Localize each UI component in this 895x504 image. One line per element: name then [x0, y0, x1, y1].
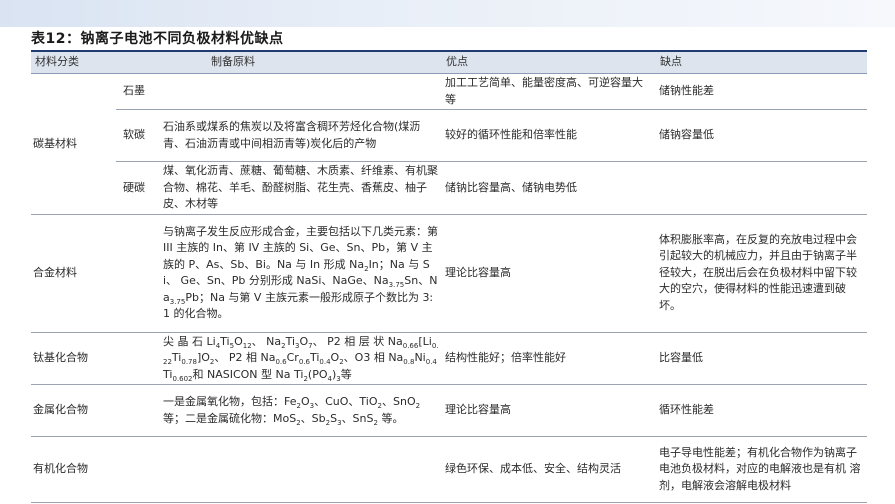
header-raw-materials: 制备原料: [116, 52, 442, 74]
raw-materials-cell: 一是金属氧化物，包括：Fe2O3、CuO、TiO2、SnO2 等；二是金属硫化物…: [160, 384, 442, 437]
formula-text: ]O: [196, 351, 210, 364]
formula-text: 、 P2 相 层 状 Na: [312, 334, 403, 348]
table-row: 碳基材料 石墨 加工工艺简单、能量密度高、可逆容量大等 储钠性能差: [31, 73, 867, 215]
pros-cell: 结构性能好；倍率性能好: [442, 332, 656, 385]
formula-text: 等；二是金属硫化物：MoS: [163, 411, 297, 425]
table-row: 软碳 石油系或煤系的焦炭以及将富含稠环芳烃化合物(煤沥青、石油沥青或中间相沥青等…: [31, 109, 867, 162]
cons-cell: 储钠容量低: [656, 109, 867, 162]
formula-text: 、 Na: [251, 334, 282, 348]
pros-cell: 理论比容量高: [442, 384, 656, 437]
category-cell: 碳基材料: [31, 73, 116, 215]
formula-text: 、O3 相 Na: [343, 351, 404, 364]
formula-text: 等。: [377, 411, 404, 425]
formula-text: [Li: [418, 334, 432, 348]
formula-subscript: 0.66: [402, 341, 419, 350]
header-category: 材料分类: [31, 52, 116, 74]
table-row: 硬碳 煤、氧化沥青、蔗糖、葡萄糖、木质素、纤维素、有机聚合物、棉花、羊毛、酚醛树…: [31, 161, 867, 215]
formula-text: Ti: [220, 334, 230, 348]
pros-cell: 较好的循环性能和倍率性能: [442, 109, 656, 162]
formula-text: Ti: [285, 334, 296, 348]
subcategory-cell: 硬碳: [116, 161, 160, 215]
formula-subscript: 0.78: [181, 358, 197, 367]
raw-materials-cell: 与钠离子发生反应形成合金，主要包括以下几类元素：第 III 主族的 In、第 I…: [160, 214, 442, 333]
formula-text: Ni: [414, 351, 426, 364]
formula-text: Ti: [171, 351, 182, 364]
cons-cell: 比容量低: [656, 332, 867, 385]
formula-subscript: 2: [415, 402, 421, 411]
cons-cell: 体积膨胀率高，在反复的充放电过程中会引起较大的机械应力，并且由于钠离子半径较大，…: [656, 214, 867, 333]
formula-text: 、Sb: [300, 411, 326, 425]
raw-materials-cell: [160, 73, 442, 110]
subcategory-cell: 软碳: [116, 109, 160, 162]
anode-materials-table: 材料分类 制备原料 优点 缺点 碳基材料 石墨 加工工艺简单、能量密度高、可逆容…: [31, 52, 867, 503]
header-row: 材料分类 制备原料 优点 缺点: [31, 52, 867, 74]
formula-text: 、SnO: [381, 395, 416, 408]
raw-materials-cell: [160, 436, 442, 503]
raw-materials-cell: 煤、氧化沥青、蔗糖、葡萄糖、木质素、纤维素、有机聚合物、棉花、羊毛、酚醛树脂、花…: [160, 161, 442, 215]
formula-subscript: 0.8: [403, 358, 415, 367]
formula-text: 一是金属氧化物，包括：Fe: [163, 395, 297, 408]
category-cell: 合金材料: [31, 214, 160, 333]
table-row: 钛基化合物 尖 晶 石 Li4Ti5O12、 Na2Ti3O7、 P2 相 层 …: [31, 332, 867, 385]
formula-text: (PO: [307, 367, 328, 381]
formula-text: Ti: [309, 351, 320, 364]
category-cell: 钛基化合物: [31, 332, 160, 385]
pros-cell: 储钠比容量高、储钠电势低: [442, 161, 656, 215]
formula-text: O: [234, 334, 243, 348]
cons-cell: 循环性能差: [656, 384, 867, 437]
formula-text: 、SnS: [341, 411, 374, 425]
formula-text: 和 NASICON 型 Na Ti: [192, 367, 304, 381]
formula-text: Pb；Na 与第 V 主族元素一般形成原子个数比为 3:1 的化合物。: [163, 290, 434, 321]
formula-subscript: 3.75: [169, 297, 186, 306]
formula-text: O: [330, 351, 340, 364]
formula-text: 、CuO、TiO: [314, 395, 378, 408]
pros-cell: 理论比容量高: [442, 214, 656, 333]
formula-subscript: 0.602: [172, 374, 193, 383]
formula-text: 等: [340, 367, 352, 381]
header-pros: 优点: [442, 52, 656, 74]
category-cell: 金属化合物: [31, 384, 160, 437]
formula-text: O: [299, 334, 309, 348]
pros-cell: 绿色环保、成本低、安全、结构灵活: [442, 436, 656, 503]
raw-materials-cell: 尖 晶 石 Li4Ti5O12、 Na2Ti3O7、 P2 相 层 状 Na0.…: [160, 332, 442, 385]
table-row: 有机化合物 绿色环保、成本低、安全、结构灵活 电子导电性能差；有机化合物作为钠离…: [31, 436, 867, 503]
header-cons: 缺点: [656, 52, 867, 74]
category-cell: 有机化合物: [31, 436, 160, 503]
raw-materials-cell: 石油系或煤系的焦炭以及将富含稠环芳烃化合物(煤沥青、石油沥青或中间相沥青等)炭化…: [160, 109, 442, 162]
formula-subscript: 0.4: [425, 358, 437, 367]
formula-text: 、 P2 相 Na: [214, 351, 276, 364]
table-title: 表12：钠离子电池不同负极材料优缺点: [31, 31, 284, 47]
formula-subscript: 0.4: [319, 358, 331, 367]
cons-cell: [656, 161, 867, 215]
cons-cell: 电子导电性能差；有机化合物作为钠离子电池负极材料，对应的电解液也是有机 溶剂，电…: [656, 436, 867, 503]
cons-cell: 储钠性能差: [656, 73, 867, 110]
formula-text: O: [300, 395, 310, 408]
pros-cell: 加工工艺简单、能量密度高、可逆容量大等: [442, 73, 656, 110]
table-row: 金属化合物 一是金属氧化物，包括：Fe2O3、CuO、TiO2、SnO2 等；二…: [31, 384, 867, 437]
subcategory-cell: 石墨: [116, 73, 160, 110]
table-row: 合金材料 与钠离子发生反应形成合金，主要包括以下几类元素：第 III 主族的 I…: [31, 214, 867, 333]
formula-text: Cr: [286, 351, 299, 364]
formula-subscript: 3.75: [388, 281, 405, 290]
formula-subscript: 12: [242, 341, 252, 350]
top-color-band: [0, 0, 895, 27]
formula-subscript: 0.6: [298, 358, 310, 367]
formula-subscript: 0.6: [275, 358, 287, 367]
formula-text: 尖 晶 石 Li: [163, 334, 216, 348]
